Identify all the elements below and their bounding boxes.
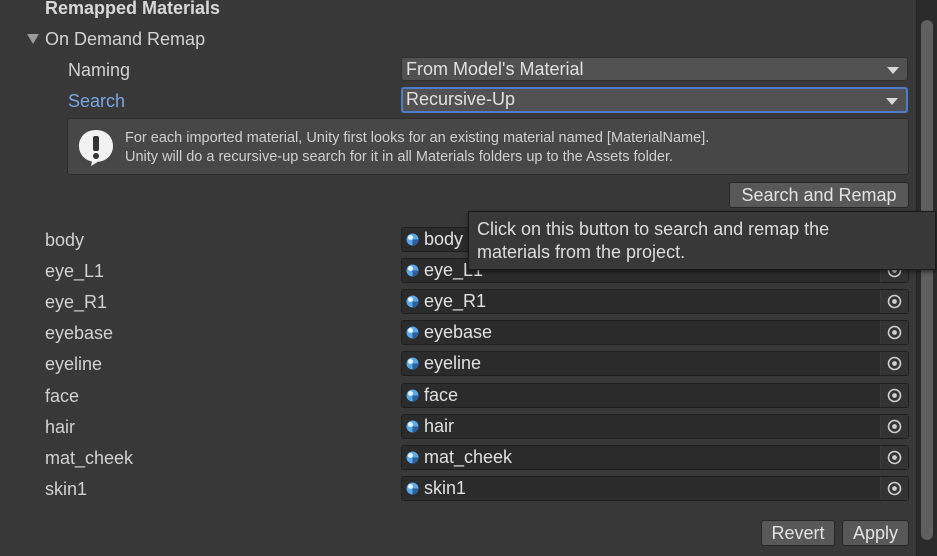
material-field-face[interactable]: face (401, 383, 909, 408)
naming-label: Naming (68, 60, 131, 80)
target-icon (887, 356, 902, 371)
material-field-value: eye_R1 (424, 291, 487, 311)
search-label: Search (68, 91, 126, 111)
foldout-label: On Demand Remap (45, 28, 206, 49)
helpbox-line-2: Unity will do a recursive-up search for … (125, 149, 674, 165)
material-label-face: face (45, 386, 80, 406)
material-label-eyebase: eyebase (45, 323, 114, 343)
naming-dropdown[interactable]: From Model's Material (401, 57, 908, 81)
material-field-eyebase[interactable]: eyebase (401, 320, 909, 345)
material-field-mat-cheek[interactable]: mat_cheek (401, 445, 909, 470)
object-picker-button[interactable] (880, 415, 908, 438)
material-field-value: face (424, 385, 459, 405)
material-label-body: body (45, 230, 85, 250)
material-field-value: hair (424, 416, 455, 436)
tooltip-line-1: Click on this button to search and remap… (477, 219, 830, 239)
helpbox-text: For each imported material, Unity first … (125, 129, 709, 167)
on-demand-remap-foldout[interactable]: On Demand Remap (27, 28, 205, 50)
apply-button[interactable]: Apply (842, 520, 909, 546)
foldout-arrow-icon[interactable] (27, 34, 39, 44)
material-label-hair: hair (45, 417, 76, 437)
material-sphere-icon (406, 451, 419, 464)
material-sphere-icon (406, 482, 419, 495)
target-icon (887, 294, 902, 309)
tooltip-text: Click on this button to search and remap… (477, 218, 829, 264)
material-field-value: body (424, 229, 464, 249)
material-sphere-icon (406, 389, 419, 402)
target-icon (887, 419, 902, 434)
object-picker-button[interactable] (880, 446, 908, 469)
object-picker-button[interactable] (880, 477, 908, 500)
material-label-eye-l1: eye_L1 (45, 261, 105, 281)
tooltip-line-2: materials from the project. (477, 242, 686, 262)
info-helpbox: For each imported material, Unity first … (67, 118, 909, 175)
material-label-skin1: skin1 (45, 479, 88, 499)
target-icon (887, 325, 902, 340)
search-value: Recursive-Up (406, 89, 516, 109)
material-field-value: skin1 (424, 478, 467, 498)
target-icon (887, 481, 902, 496)
object-picker-button[interactable] (880, 321, 908, 344)
object-picker-button[interactable] (880, 290, 908, 313)
search-remap-tooltip: Click on this button to search and remap… (468, 211, 936, 270)
target-icon (887, 388, 902, 403)
naming-value: From Model's Material (406, 59, 584, 79)
material-sphere-icon (406, 326, 419, 339)
material-field-value: eyebase (424, 322, 493, 342)
revert-button[interactable]: Revert (761, 520, 835, 546)
section-title: Remapped Materials (45, 0, 221, 18)
import-settings-panel: Remapped Materials On Demand Remap Namin… (0, 0, 916, 556)
helpbox-line-1: For each imported material, Unity first … (125, 130, 710, 146)
material-label-mat-cheek: mat_cheek (45, 448, 134, 468)
material-field-hair[interactable]: hair (401, 414, 909, 439)
material-field-value: eyeline (424, 353, 482, 373)
material-label-eyeline: eyeline (45, 354, 103, 374)
material-field-skin1[interactable]: skin1 (401, 476, 909, 501)
chevron-down-icon (887, 67, 899, 74)
search-dropdown[interactable]: Recursive-Up (401, 87, 908, 113)
material-label-eye-r1: eye_R1 (45, 292, 108, 312)
material-sphere-icon (406, 295, 419, 308)
target-icon (887, 450, 902, 465)
object-picker-button[interactable] (880, 384, 908, 407)
material-field-eye-r1[interactable]: eye_R1 (401, 289, 909, 314)
scrollbar-thumb[interactable] (921, 20, 933, 540)
material-sphere-icon (406, 357, 419, 370)
object-picker-button[interactable] (880, 352, 908, 375)
chevron-down-icon (886, 98, 898, 105)
info-exclamation-icon (79, 130, 113, 166)
material-sphere-icon (406, 233, 419, 246)
material-sphere-icon (406, 264, 419, 277)
material-sphere-icon (406, 420, 419, 433)
search-and-remap-button[interactable]: Search and Remap (729, 182, 909, 208)
material-field-eyeline[interactable]: eyeline (401, 351, 909, 376)
material-field-value: mat_cheek (424, 447, 513, 467)
